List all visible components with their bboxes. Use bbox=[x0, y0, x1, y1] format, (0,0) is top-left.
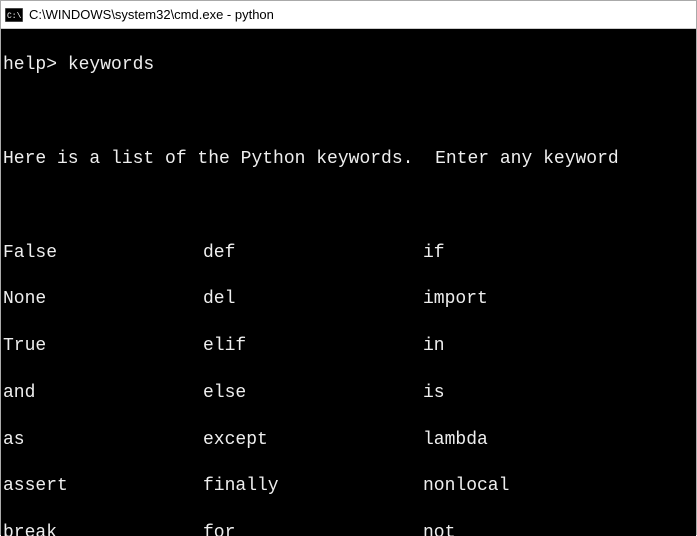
keyword: assert bbox=[3, 475, 203, 498]
window-title: C:\WINDOWS\system32\cmd.exe - python bbox=[29, 7, 274, 22]
help-prompt: help> bbox=[3, 55, 68, 75]
keyword: break bbox=[3, 522, 203, 536]
keyword: None bbox=[3, 288, 203, 311]
titlebar[interactable]: C:\ C:\WINDOWS\system32\cmd.exe - python bbox=[1, 1, 696, 29]
keyword: nonlocal bbox=[423, 475, 509, 498]
blank-line bbox=[3, 195, 694, 218]
keywords-row: assertfinallynonlocal bbox=[3, 475, 694, 498]
terminal-body[interactable]: help> keywords Here is a list of the Pyt… bbox=[1, 29, 696, 536]
keyword: as bbox=[3, 429, 203, 452]
keywords-row: andelseis bbox=[3, 382, 694, 405]
keyword: is bbox=[423, 382, 445, 405]
keyword: else bbox=[203, 382, 423, 405]
keyword: if bbox=[423, 242, 445, 265]
svg-text:C:\: C:\ bbox=[7, 12, 22, 21]
keyword: in bbox=[423, 335, 445, 358]
keyword: finally bbox=[203, 475, 423, 498]
keyword: not bbox=[423, 522, 455, 536]
help-prompt-line: help> keywords bbox=[3, 54, 694, 77]
blank-line bbox=[3, 101, 694, 124]
keyword: def bbox=[203, 242, 423, 265]
keyword: except bbox=[203, 429, 423, 452]
keyword: elif bbox=[203, 335, 423, 358]
keyword: False bbox=[3, 242, 203, 265]
keywords-row: breakfornot bbox=[3, 522, 694, 536]
keywords-row: Falsedefif bbox=[3, 242, 694, 265]
keyword: import bbox=[423, 288, 488, 311]
help-command: keywords bbox=[68, 55, 154, 75]
keyword: for bbox=[203, 522, 423, 536]
keyword: del bbox=[203, 288, 423, 311]
cmd-icon: C:\ bbox=[5, 8, 23, 22]
keyword: True bbox=[3, 335, 203, 358]
keywords-row: Nonedelimport bbox=[3, 288, 694, 311]
keywords-intro: Here is a list of the Python keywords. E… bbox=[3, 148, 694, 171]
keyword: lambda bbox=[423, 429, 488, 452]
keywords-row: asexceptlambda bbox=[3, 429, 694, 452]
keyword: and bbox=[3, 382, 203, 405]
keywords-row: Trueelifin bbox=[3, 335, 694, 358]
